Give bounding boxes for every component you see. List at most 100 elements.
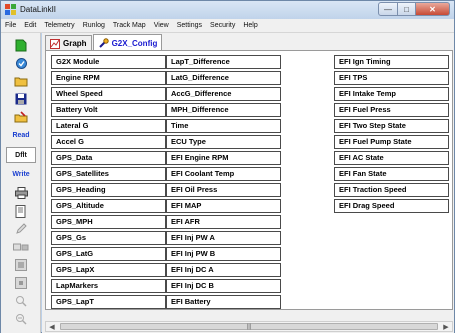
- menu-view[interactable]: View: [154, 22, 169, 29]
- title-bar[interactable]: DataLinkII — □ ✕: [1, 1, 454, 19]
- print-preview-icon: [15, 204, 26, 218]
- channel-item[interactable]: EFI Fuel Press: [334, 103, 449, 117]
- channel-item[interactable]: EFI Inj DC A: [166, 263, 281, 277]
- open-button[interactable]: [6, 73, 36, 89]
- channel-item[interactable]: GPS_MPH: [51, 215, 166, 229]
- print-preview-button[interactable]: [6, 203, 36, 219]
- channel-column-3: EFI Ign Timing EFI TPS EFI Intake Temp E…: [334, 55, 455, 215]
- channel-item[interactable]: EFI AFR: [166, 215, 281, 229]
- channel-item[interactable]: GPS_LapX: [51, 263, 166, 277]
- menu-file[interactable]: File: [5, 22, 16, 29]
- zoom-out-icon: [15, 277, 27, 289]
- channel-item[interactable]: GPS_Gs: [51, 231, 166, 245]
- channel-item[interactable]: GPS_Heading: [51, 183, 166, 197]
- search-all-button[interactable]: [6, 311, 36, 327]
- channel-item[interactable]: Battery Volt: [51, 103, 166, 117]
- printer-icon: [14, 187, 28, 199]
- write-button[interactable]: Write: [6, 166, 36, 182]
- erase-button[interactable]: [6, 109, 36, 125]
- channel-item[interactable]: EFI Ign Timing: [334, 55, 449, 69]
- tab-g2x-config-label: G2X_Config: [111, 38, 158, 48]
- channel-item[interactable]: GPS_LatG: [51, 247, 166, 261]
- wizard-icon: [15, 57, 27, 69]
- channel-item[interactable]: Time: [166, 119, 281, 133]
- wrench-icon: [98, 37, 109, 49]
- menu-help[interactable]: Help: [243, 22, 257, 29]
- channel-item[interactable]: EFI TPS: [334, 71, 449, 85]
- channel-item[interactable]: EFI Fuel Pump State: [334, 135, 449, 149]
- save-button[interactable]: [6, 91, 36, 107]
- channel-item[interactable]: EFI Intake Temp: [334, 87, 449, 101]
- graph-icon: [50, 38, 60, 49]
- read-button[interactable]: Read: [6, 127, 36, 143]
- erase-icon: [14, 111, 28, 123]
- channel-item[interactable]: EFI Inj PW B: [166, 247, 281, 261]
- channel-item[interactable]: EFI Fan State: [334, 167, 449, 181]
- menu-edit[interactable]: Edit: [24, 22, 36, 29]
- wizard-button[interactable]: [6, 55, 36, 71]
- search-all-icon: [16, 314, 27, 325]
- scroll-left-icon[interactable]: ◀: [47, 322, 57, 331]
- search-button[interactable]: [6, 293, 36, 309]
- channel-item[interactable]: Engine RPM: [51, 71, 166, 85]
- channel-item[interactable]: ECU Type: [166, 135, 281, 149]
- channel-item[interactable]: Wheel Speed: [51, 87, 166, 101]
- channel-item[interactable]: Accel G: [51, 135, 166, 149]
- channel-item[interactable]: EFI Battery: [166, 295, 281, 309]
- channel-item[interactable]: LapT_Difference: [166, 55, 281, 69]
- tab-g2x-config[interactable]: G2X_Config: [92, 34, 163, 51]
- channel-item[interactable]: EFI Two Step State: [334, 119, 449, 133]
- channel-item[interactable]: EFI Coolant Temp: [166, 167, 281, 181]
- channel-item[interactable]: EFI Oil Press: [166, 183, 281, 197]
- minimize-icon: —: [384, 4, 392, 14]
- menu-telemetry[interactable]: Telemetry: [44, 22, 74, 29]
- channel-item[interactable]: LapMarkers: [51, 279, 166, 293]
- channel-item[interactable]: AccG_Difference: [166, 87, 281, 101]
- channel-item[interactable]: EFI Engine RPM: [166, 151, 281, 165]
- channel-item[interactable]: EFI Inj PW A: [166, 231, 281, 245]
- menu-settings[interactable]: Settings: [177, 22, 202, 29]
- tab-graph[interactable]: Graph: [45, 35, 92, 51]
- channel-item[interactable]: GPS_Data: [51, 151, 166, 165]
- tab-bar: Graph G2X_Config: [45, 34, 163, 51]
- scroll-right-icon[interactable]: ▶: [441, 322, 451, 331]
- new-button[interactable]: [6, 37, 36, 53]
- channel-item[interactable]: GPS_LapT: [51, 295, 166, 309]
- app-icon: [5, 4, 16, 15]
- zoom-out-button[interactable]: [6, 275, 36, 291]
- main-content: Graph G2X_Config G2X Module Engine RPM W…: [42, 33, 454, 333]
- channel-item[interactable]: LatG_Difference: [166, 71, 281, 85]
- zoom-icon: [15, 259, 27, 271]
- menu-runlog[interactable]: Runlog: [83, 22, 105, 29]
- zoom-button[interactable]: [6, 257, 36, 273]
- channel-item[interactable]: EFI Traction Speed: [334, 183, 449, 197]
- close-icon: ✕: [429, 4, 436, 14]
- window-title: DataLinkII: [20, 5, 57, 14]
- channel-item[interactable]: Lateral G: [51, 119, 166, 133]
- channel-item[interactable]: EFI Drag Speed: [334, 199, 449, 213]
- save-icon: [15, 93, 27, 105]
- channel-column-2: LapT_Difference LatG_Difference AccG_Dif…: [166, 55, 288, 311]
- left-toolbar: Read Dflt Write: [1, 33, 41, 333]
- menu-security[interactable]: Security: [210, 22, 235, 29]
- minimize-button[interactable]: —: [378, 2, 398, 16]
- maximize-button[interactable]: □: [398, 2, 416, 16]
- channel-item[interactable]: G2X Module: [51, 55, 166, 69]
- print-button[interactable]: [6, 185, 36, 201]
- scrollbar-thumb[interactable]: |||: [60, 323, 438, 330]
- menu-track-map[interactable]: Track Map: [113, 22, 146, 29]
- channel-item[interactable]: GPS_Altitude: [51, 199, 166, 213]
- channel-item[interactable]: GPS_Satellites: [51, 167, 166, 181]
- pencil-icon: [16, 223, 27, 234]
- maximize-icon: □: [404, 4, 409, 14]
- channel-item[interactable]: EFI MAP: [166, 199, 281, 213]
- scale-button[interactable]: [6, 239, 36, 255]
- default-button[interactable]: Dflt: [6, 147, 36, 163]
- channel-item[interactable]: EFI AC State: [334, 151, 449, 165]
- edit-button[interactable]: [6, 221, 36, 237]
- new-file-icon: [15, 39, 27, 51]
- channel-item[interactable]: MPH_Difference: [166, 103, 281, 117]
- close-button[interactable]: ✕: [416, 2, 450, 16]
- channel-item[interactable]: EFI Inj DC B: [166, 279, 281, 293]
- horizontal-scrollbar[interactable]: ◀ ||| ▶: [45, 321, 453, 332]
